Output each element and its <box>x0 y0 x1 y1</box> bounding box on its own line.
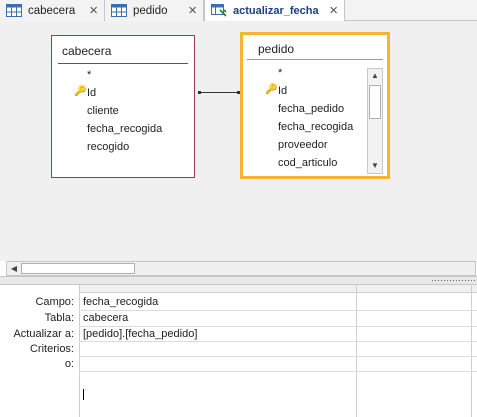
column-selector[interactable] <box>357 285 471 293</box>
field-all[interactable]: * <box>87 69 91 81</box>
field-fecha-pedido[interactable]: fecha_pedido <box>278 103 344 115</box>
field-all[interactable]: * <box>278 67 282 79</box>
relationship-join-line[interactable] <box>199 92 239 93</box>
cell-campo[interactable]: fecha_recogida <box>83 296 158 308</box>
close-icon[interactable]: × <box>188 3 197 18</box>
field-fecha-recogida[interactable]: fecha_recogida <box>87 123 162 135</box>
row-label-campo: Campo: <box>35 296 74 308</box>
grid-row-divider <box>79 371 477 372</box>
text-caret <box>83 389 84 400</box>
pane-splitter[interactable] <box>0 276 477 285</box>
field-cliente[interactable]: cliente <box>87 105 119 117</box>
update-query-icon <box>211 4 227 17</box>
field-id[interactable]: Id <box>278 85 287 97</box>
grid-row-divider <box>79 310 477 311</box>
field-proveedor[interactable]: proveedor <box>278 139 328 151</box>
table-title[interactable]: cabecera <box>62 44 111 58</box>
primary-key-icon: 🔑 <box>265 84 278 95</box>
row-label-o: o: <box>64 358 74 370</box>
tab-label: actualizar_fecha <box>233 4 319 17</box>
grid-row-divider <box>79 326 477 327</box>
tab-label: pedido <box>133 4 168 17</box>
table-icon <box>111 4 127 17</box>
close-icon[interactable]: × <box>329 3 338 18</box>
tab-pedido[interactable]: pedido × <box>105 0 204 21</box>
table-box-pedido[interactable]: pedido * 🔑 Id fecha_pedido fecha_recogid… <box>240 32 390 179</box>
splitter-grip[interactable] <box>431 279 475 283</box>
document-tab-bar: cabecera × pedido × actualizar_fecha × <box>0 0 477 22</box>
tab-label: cabecera <box>28 4 76 17</box>
scroll-left-arrow-icon[interactable]: ◀ <box>7 262 21 275</box>
table-title-divider <box>58 63 188 64</box>
grid-row-labels: Campo: Tabla: Actualizar a: Criterios: o… <box>0 285 79 417</box>
query-design-grid: Campo: Tabla: Actualizar a: Criterios: o… <box>0 285 477 417</box>
table-title[interactable]: pedido <box>258 42 294 56</box>
primary-key-icon: 🔑 <box>74 86 87 97</box>
field-fecha-recogida[interactable]: fecha_recogida <box>278 121 353 133</box>
row-label-criterios: Criterios: <box>29 343 74 355</box>
grid-column-divider <box>79 285 80 417</box>
scrollbar-thumb[interactable] <box>21 263 135 274</box>
scroll-up-arrow-icon[interactable]: ▲ <box>368 69 382 83</box>
row-label-tabla: Tabla: <box>44 312 74 324</box>
grid-row-divider <box>79 356 477 357</box>
grid-column-divider <box>471 285 472 417</box>
column-selector[interactable] <box>472 285 477 293</box>
row-label-actualizar: Actualizar a: <box>13 328 74 340</box>
tab-actualizar-fecha[interactable]: actualizar_fecha × <box>204 0 345 22</box>
table-title-divider <box>247 59 383 60</box>
cell-actualizar-a[interactable]: [pedido].[fecha_pedido] <box>83 328 197 340</box>
table-box-cabecera[interactable]: cabecera * 🔑 Id cliente fecha_recogida r… <box>51 35 195 178</box>
cell-tabla[interactable]: cabecera <box>83 312 128 324</box>
scroll-down-arrow-icon[interactable]: ▼ <box>368 159 382 173</box>
column-selector[interactable] <box>79 285 356 293</box>
table-icon <box>6 4 22 17</box>
query-design-table-pane: cabecera * 🔑 Id cliente fecha_recogida r… <box>0 21 477 276</box>
field-cod-articulo[interactable]: cod_articulo <box>278 157 337 169</box>
field-id[interactable]: Id <box>87 87 96 99</box>
pane-horizontal-scrollbar[interactable]: ◀ <box>6 261 476 276</box>
grid-row-divider <box>79 341 477 342</box>
field-list-scrollbar[interactable]: ▲ ▼ <box>367 68 383 174</box>
close-icon[interactable]: × <box>89 3 98 18</box>
scrollbar-thumb[interactable] <box>369 85 381 119</box>
tab-cabecera[interactable]: cabecera × <box>0 0 105 21</box>
field-recogido[interactable]: recogido <box>87 141 129 153</box>
grid-column-divider <box>356 285 357 417</box>
